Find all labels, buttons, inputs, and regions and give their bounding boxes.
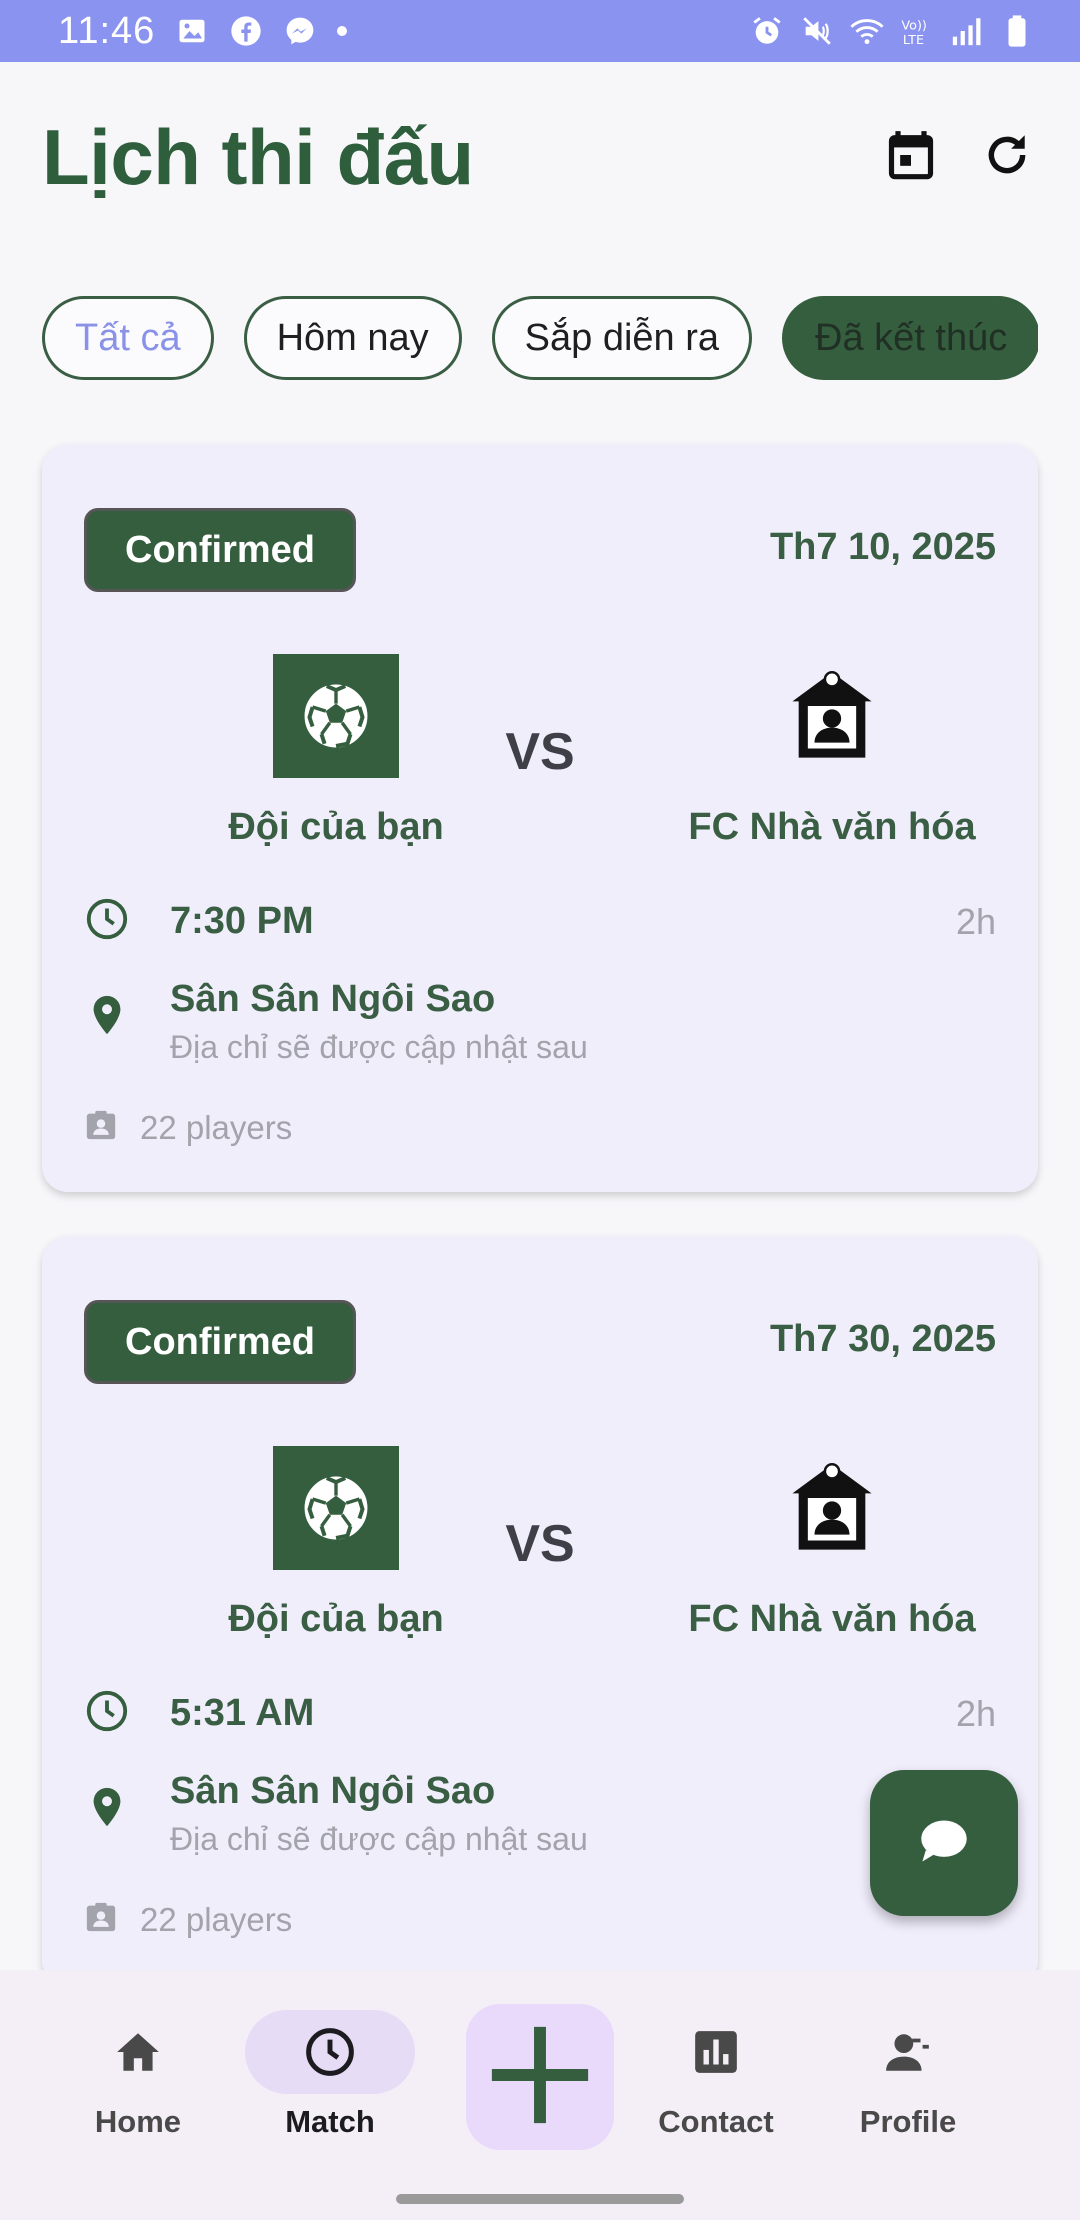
away-team: FC Nhà văn hóa [682, 654, 982, 849]
image-icon [175, 14, 209, 48]
venue-name: Sân Sân Ngôi Sao [170, 1770, 496, 1812]
chip-all[interactable]: Tất cả [42, 296, 214, 380]
match-time: 7:30 PM [170, 900, 314, 942]
players-row: 22 players [84, 1900, 996, 1939]
add-button[interactable] [466, 2004, 614, 2150]
nav-contact-label: Contact [658, 2104, 774, 2139]
person-icon [823, 2010, 993, 2094]
nav-match-label: Match [285, 2104, 375, 2139]
player-badge-icon [84, 1900, 118, 1939]
match-date: Th7 30, 2025 [769, 1318, 996, 1360]
match-time: 5:31 AM [170, 1692, 315, 1734]
status-bar: 11:46 Vo)) LTE [0, 0, 1080, 62]
chip-today[interactable]: Hôm nay [243, 296, 462, 380]
away-team: FC Nhà văn hóa [682, 1446, 982, 1641]
nav-profile-label: Profile [859, 2104, 957, 2139]
team-house-icon [769, 654, 895, 778]
chip-finished[interactable]: Đã kết thúc [782, 296, 1038, 380]
chip-upcoming[interactable]: Sắp diễn ra [491, 296, 753, 380]
match-duration: 2h [955, 1692, 996, 1734]
players-count: 22 players [140, 1900, 293, 1938]
home-team-name: Đội của bạn [228, 806, 444, 848]
plus-icon [485, 2020, 595, 2135]
mute-icon [800, 14, 834, 48]
status-badge: Confirmed [84, 1300, 356, 1384]
calendar-icon[interactable] [882, 126, 940, 184]
venue-address: Địa chỉ sẽ được cập nhật sau [170, 1821, 588, 1857]
nav-home[interactable]: Home [48, 2010, 228, 2140]
venue-name: Sân Sân Ngôi Sao [170, 978, 496, 1020]
header-actions [882, 126, 1036, 184]
refresh-icon[interactable] [978, 126, 1036, 184]
chat-icon [916, 1816, 972, 1871]
nav-contact[interactable]: Contact [626, 2010, 806, 2140]
away-team-name: FC Nhà văn hóa [688, 1598, 976, 1640]
volte-icon: Vo)) LTE [900, 14, 934, 48]
nav-match[interactable]: Match [240, 2010, 420, 2140]
team-house-icon [769, 1446, 895, 1570]
location-pin-icon [84, 1782, 130, 1837]
player-badge-icon [84, 1108, 118, 1147]
alarm-icon [750, 14, 784, 48]
messenger-icon [283, 14, 317, 48]
nav-profile[interactable]: Profile [818, 2010, 998, 2140]
home-icon [53, 2010, 223, 2094]
dot-icon [337, 26, 348, 36]
nav-home-label: Home [94, 2104, 182, 2139]
clock-icon [84, 1688, 130, 1739]
page-title: Lịch thi đấu [42, 113, 474, 201]
filter-chips: Tất cả Hôm nay Sắp diễn ra Đã kết thúc [42, 296, 1038, 382]
away-team-name: FC Nhà văn hóa [688, 806, 976, 848]
match-date: Th7 10, 2025 [769, 526, 996, 568]
location-pin-icon [84, 990, 130, 1045]
players-row: 22 players [84, 1108, 996, 1147]
match-card[interactable]: Confirmed Th7 10, 2025 Đội của bạn VS FC… [42, 444, 1038, 1192]
svg-text:Vo)): Vo)) [901, 19, 926, 34]
svg-text:LTE: LTE [903, 33, 924, 48]
home-team-name: Đội của bạn [228, 1598, 444, 1640]
signal-icon [950, 14, 984, 48]
clock-icon [84, 896, 130, 947]
bottom-nav: Home Match Contact Profile [0, 1970, 1080, 2220]
match-duration: 2h [955, 900, 996, 942]
home-indicator[interactable] [396, 2194, 684, 2204]
time-row: 5:31 AM 2h [84, 1688, 996, 1739]
venue-address: Địa chỉ sẽ được cập nhật sau [170, 1029, 588, 1065]
time-row: 7:30 PM 2h [84, 896, 996, 947]
status-time: 11:46 [58, 9, 156, 52]
chat-fab-button[interactable] [870, 1770, 1018, 1916]
clock-icon [245, 2010, 415, 2094]
venue-row: Sân Sân Ngôi Sao Địa chỉ sẽ được cập nhậ… [84, 1770, 996, 1858]
status-badge: Confirmed [84, 508, 356, 592]
chart-icon [631, 2010, 801, 2094]
battery-icon [1000, 14, 1034, 48]
wifi-icon [850, 14, 884, 48]
players-count: 22 players [140, 1108, 293, 1146]
facebook-icon [229, 14, 263, 48]
venue-row: Sân Sân Ngôi Sao Địa chỉ sẽ được cập nhậ… [84, 978, 996, 1066]
